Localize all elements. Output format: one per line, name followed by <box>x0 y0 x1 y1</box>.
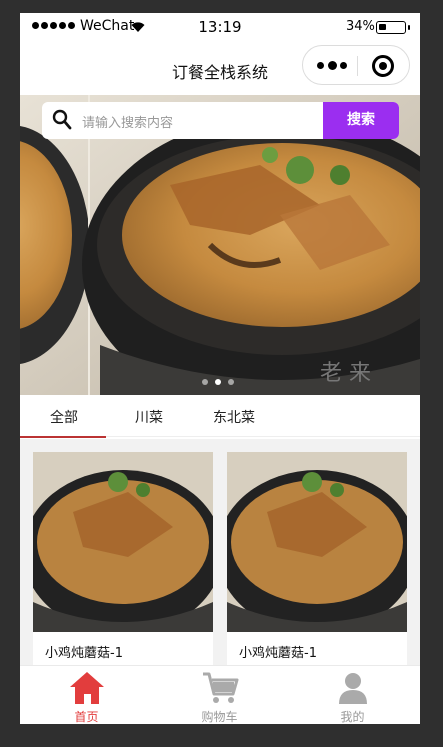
phone-screen: WeChat 13:19 34% 订餐全栈系统 老 来 请输入搜索内容 搜索 全… <box>20 13 420 724</box>
battery-icon <box>376 21 410 34</box>
search-button[interactable]: 搜索 <box>323 102 399 139</box>
product-image <box>227 452 407 632</box>
carousel-dot[interactable] <box>202 379 208 385</box>
tab-all[interactable]: 全部 <box>50 407 78 427</box>
tabbar-label-home: 首页 <box>74 710 99 724</box>
product-card[interactable]: 小鸡炖蘑菇-1 <box>227 452 407 671</box>
tabbar-label-profile: 我的 <box>340 710 365 724</box>
capsule-divider <box>357 56 358 76</box>
product-grid: 小鸡炖蘑菇-1 小鸡炖蘑菇-1 <box>20 439 420 671</box>
product-name: 小鸡炖蘑菇-1 <box>239 646 317 661</box>
search-bar: 请输入搜索内容 搜索 <box>42 102 399 139</box>
tabbar-label-cart: 购物车 <box>201 710 238 724</box>
user-icon <box>339 673 367 704</box>
search-icon <box>52 109 72 130</box>
product-name: 小鸡炖蘑菇-1 <box>45 646 123 661</box>
bottom-tab-bar: 首页 购物车 我的 <box>20 665 420 724</box>
category-tabs: 全部 川菜 东北菜 <box>20 395 420 438</box>
tab-sichuan[interactable]: 川菜 <box>135 407 163 427</box>
carousel-dot-active[interactable] <box>215 379 221 385</box>
home-icon <box>70 672 104 704</box>
tabbar-item-profile[interactable]: 我的 <box>286 666 419 724</box>
banner-carousel[interactable]: 老 来 请输入搜索内容 搜索 <box>20 95 420 395</box>
close-icon[interactable] <box>372 55 394 77</box>
nav-bar: 订餐全栈系统 <box>20 41 420 95</box>
tab-northeast[interactable]: 东北菜 <box>213 407 255 427</box>
svg-text:老 来: 老 来 <box>320 361 371 386</box>
product-card[interactable]: 小鸡炖蘑菇-1 <box>33 452 213 671</box>
battery-percent: 34% <box>346 19 375 34</box>
product-image <box>33 452 213 632</box>
search-input[interactable]: 请输入搜索内容 <box>82 112 173 131</box>
carousel-dot[interactable] <box>228 379 234 385</box>
status-bar: WeChat 13:19 34% <box>20 13 420 41</box>
banner-image: 老 来 <box>20 95 420 395</box>
mini-program-capsule <box>302 45 410 85</box>
more-icon[interactable] <box>317 58 347 72</box>
tabbar-item-home[interactable]: 首页 <box>20 666 153 724</box>
active-tab-underline <box>20 436 106 438</box>
tabbar-item-cart[interactable]: 购物车 <box>153 666 286 724</box>
carousel-indicator <box>202 379 234 385</box>
cart-icon <box>203 672 239 703</box>
